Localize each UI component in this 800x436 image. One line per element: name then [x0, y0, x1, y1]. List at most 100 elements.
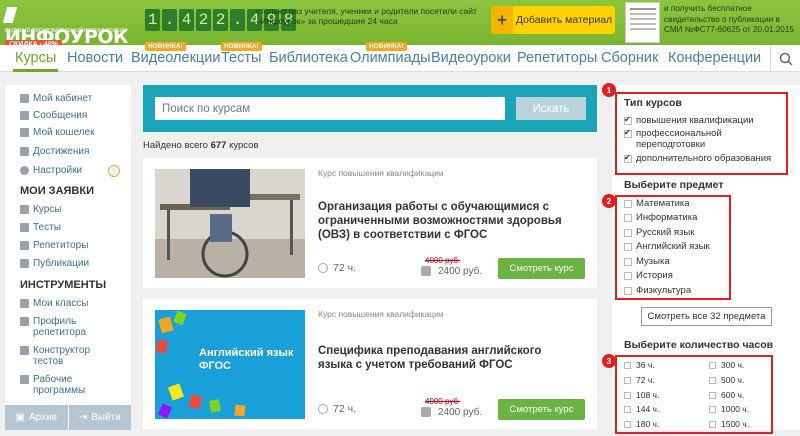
sidebar-item-tutor-profile[interactable]: Профиль репетитора: [20, 316, 115, 338]
checkbox[interactable]: [624, 200, 632, 208]
filter-title-hours: Выберите количество часов: [624, 339, 774, 351]
filter-hours-option[interactable]: 144 ч.: [624, 404, 659, 414]
price-new: 2400 руб.: [438, 407, 483, 418]
users-icon: [20, 241, 29, 250]
nav-item-videolectures[interactable]: НОВИНКА! Видеолекции: [131, 42, 220, 66]
checkbox[interactable]: [624, 272, 632, 280]
annotation-badge: 2: [602, 194, 616, 208]
sidebar-item-test-builder[interactable]: Конструктор тестов: [20, 345, 115, 367]
filter-subject-history[interactable]: История: [624, 270, 673, 282]
sidebar-heading-tools: ИНСТРУМЕНТЫ: [20, 279, 107, 291]
found-count: Найдено всего 677 курсов: [143, 140, 259, 151]
sidebar-item-achievements[interactable]: Достижения: [20, 146, 89, 157]
checkbox[interactable]: [624, 153, 632, 164]
checkbox[interactable]: [624, 376, 631, 384]
checkbox[interactable]: [624, 391, 631, 399]
nav-item-courses[interactable]: Курсы: [12, 50, 59, 72]
checkbox[interactable]: [709, 405, 716, 413]
new-badge: НОВИНКА!: [221, 42, 262, 51]
logo-subtitle: ВЕДУЩИЙ ОБРАЗОВАТЕЛЬНЫЙ ПОРТАЛ РОССИИ: [5, 28, 128, 34]
nav-item-collection[interactable]: Сборник: [601, 50, 658, 66]
filter-hours-option[interactable]: 500 ч.: [709, 375, 744, 385]
checkbox[interactable]: [624, 214, 632, 222]
group-icon: [20, 299, 29, 308]
course-search-input[interactable]: [155, 97, 505, 120]
filter-title-course-type: Тип курсов: [624, 97, 682, 109]
sidebar-item-settings[interactable]: Настройки: [20, 165, 82, 176]
sidebar-item-courses[interactable]: Курсы: [20, 204, 61, 215]
sidebar-item-tutors[interactable]: Репетиторы: [20, 240, 88, 251]
checkbox[interactable]: [709, 391, 716, 399]
filter-subject-pe[interactable]: Физкультура: [624, 285, 691, 297]
course-title[interactable]: Специфика преподавания английского языка…: [318, 344, 578, 372]
course-image[interactable]: [155, 169, 305, 278]
nav-item-tests[interactable]: НОВИНКА! Тесты: [221, 42, 262, 66]
filter-subject-math[interactable]: Математика: [624, 198, 690, 210]
filter-option-qualification[interactable]: повышения квалификации: [624, 115, 754, 127]
see-all-subjects-button[interactable]: Смотреть все 32 предмета: [641, 307, 772, 326]
site-logo[interactable]: ИНФОУРОК ВЕДУЩИЙ ОБРАЗОВАТЕЛЬНЫЙ ПОРТАЛ …: [2, 4, 135, 49]
filter-subject-music[interactable]: Музыка: [624, 256, 670, 268]
sidebar-item-classes[interactable]: Мои классы: [20, 298, 88, 309]
filter-hours-option[interactable]: 300 ч.: [709, 360, 744, 370]
filter-hours-option[interactable]: 36 ч.: [624, 360, 655, 370]
filter-hours-option[interactable]: 72 ч.: [624, 375, 655, 385]
checkbox[interactable]: [624, 243, 632, 251]
sidebar-item-cabinet[interactable]: Мой кабинет: [20, 93, 92, 104]
nav-item-olympiads[interactable]: НОВИНКА! Олимпиады: [350, 42, 431, 66]
checkbox[interactable]: [709, 361, 716, 369]
medal-icon: [20, 147, 29, 156]
nav-item-videolessons[interactable]: Видеоуроки: [431, 50, 511, 66]
add-material-button[interactable]: + Добавить материал: [491, 6, 615, 34]
filters-panel: 1 Тип курсов повышения квалификации проф…: [602, 83, 800, 434]
add-material-label: Добавить материал: [515, 14, 613, 26]
search-button[interactable]: Искать: [516, 97, 586, 120]
nav-item-news[interactable]: Новости: [67, 50, 123, 66]
view-course-button[interactable]: Смотреть курс: [498, 399, 585, 420]
filter-hours-option[interactable]: 600 ч.: [709, 390, 744, 400]
filter-subject-informatics[interactable]: Информатика: [624, 212, 697, 224]
sidebar-item-messages[interactable]: Сообщения: [20, 110, 87, 121]
checkbox[interactable]: [624, 361, 631, 369]
sidebar-item-publications[interactable]: Публикации: [20, 258, 89, 269]
checkbox[interactable]: [624, 258, 632, 266]
logout-button[interactable]: ⇥ Выйти: [69, 405, 132, 430]
filter-hours-option[interactable]: 1000 ч.: [709, 404, 749, 414]
nav-item-library[interactable]: Библиотека: [269, 50, 348, 66]
price-new: 2400 руб.: [438, 266, 483, 277]
nav-search-button[interactable]: [770, 45, 800, 72]
nav-item-conferences[interactable]: Конференции: [668, 50, 761, 66]
course-title[interactable]: Организация работы с обучающимися с огра…: [318, 200, 578, 242]
archive-button[interactable]: ▣ Архив: [5, 405, 69, 430]
filter-hours-option[interactable]: 180 ч.: [624, 419, 659, 429]
plus-icon: +: [491, 6, 513, 34]
counter-digit: 1: [145, 9, 160, 31]
filter-subject-russian[interactable]: Русский язык: [624, 227, 694, 239]
envelope-icon: [20, 111, 29, 120]
checkbox[interactable]: [624, 405, 631, 413]
course-search-bar: Искать: [143, 85, 597, 132]
certificate-text[interactable]: и получить бесплатное свидетельство о пу…: [664, 4, 800, 36]
sidebar-item-work-programs[interactable]: Рабочие программы: [20, 374, 115, 396]
sidebar-item-tests[interactable]: Тесты: [20, 222, 61, 233]
checkbox[interactable]: [709, 376, 716, 384]
view-course-button[interactable]: Смотреть курс: [498, 258, 585, 279]
sidebar-bottom-bar: ▣ Архив ⇥ Выйти: [5, 405, 131, 430]
course-image[interactable]: Английский язык ФГОС: [155, 310, 305, 419]
top-header: ИНФОУРОК ВЕДУЩИЙ ОБРАЗОВАТЕЛЬНЫЙ ПОРТАЛ …: [0, 0, 800, 49]
filter-subject-english[interactable]: Английский язык: [624, 241, 710, 253]
checkbox[interactable]: [624, 287, 632, 295]
checkbox[interactable]: [624, 229, 632, 237]
nav-item-tutors[interactable]: Репетиторы: [517, 50, 597, 66]
gear-icon: [20, 166, 29, 175]
checkbox[interactable]: [624, 420, 631, 428]
filter-option-additional[interactable]: дополнительного образования: [624, 153, 771, 165]
certificate-thumbnail[interactable]: [625, 2, 660, 43]
checkbox[interactable]: [624, 115, 632, 126]
sidebar-item-wallet[interactable]: Мой кошелек: [20, 127, 94, 138]
filter-hours-option[interactable]: 108 ч.: [624, 390, 659, 400]
checkbox[interactable]: [709, 420, 716, 428]
filter-option-retraining[interactable]: профессиональной переподготовки: [624, 128, 774, 150]
checkbox[interactable]: [624, 128, 632, 139]
filter-hours-option[interactable]: 1500 ч.: [709, 419, 749, 429]
